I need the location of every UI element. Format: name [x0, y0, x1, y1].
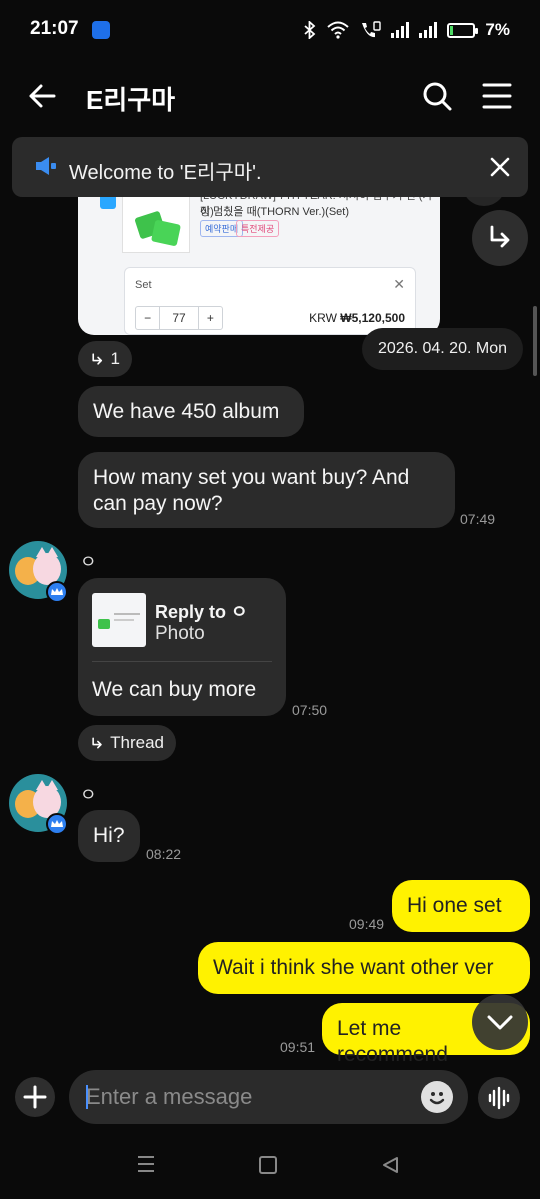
my-message-bubble[interactable]: Wait i think she want other ver [198, 942, 530, 994]
message-text: We can buy more [92, 678, 257, 701]
text-cursor [86, 1085, 88, 1109]
plus-label: + [206, 311, 214, 325]
reply-message-bubble[interactable]: Reply to ㅇ Photo We can buy more [78, 578, 286, 716]
scrollbar[interactable] [533, 306, 537, 376]
signal-2-icon [419, 22, 438, 38]
date-chip: 2026. 04. 20. Mon [362, 328, 523, 370]
home-icon[interactable] [259, 1156, 277, 1174]
option-box: Set ✕ − 77 + KRW ₩5,120,500 [124, 267, 416, 335]
voice-wave-icon [488, 1086, 510, 1110]
message-time: 09:51 [280, 1039, 316, 1055]
voice-button[interactable] [478, 1077, 520, 1119]
message-bubble[interactable]: Hi? [78, 810, 140, 862]
price: KRW ₩5,120,500 [309, 311, 405, 325]
volte-call-icon [362, 21, 382, 38]
divider [92, 661, 272, 662]
message-input-container[interactable] [69, 1070, 468, 1124]
reply-arrow-icon [490, 225, 510, 248]
reply-to-label: Reply to ㅇ [155, 602, 248, 622]
scroll-to-bottom-button[interactable] [472, 994, 528, 1050]
attach-button[interactable] [15, 1077, 55, 1117]
menu-icon[interactable] [482, 82, 512, 110]
emoji-button[interactable] [421, 1081, 453, 1113]
recents-icon[interactable] [136, 1155, 156, 1173]
close-icon: ✕ [393, 276, 405, 292]
option-label: Set [135, 279, 152, 291]
quantity-value: 77 [159, 307, 199, 329]
wifi-icon [327, 21, 350, 39]
crown-badge-icon [46, 813, 68, 835]
sender-name: ㅇ [80, 552, 97, 572]
thread-label: Thread [110, 733, 164, 752]
reply-photo-thumbnail [92, 593, 146, 647]
message-input[interactable] [86, 1070, 416, 1124]
message-time: 07:49 [460, 511, 496, 527]
signal-1-icon [391, 22, 410, 38]
thread-pill[interactable]: Thread [78, 725, 176, 761]
back-arrow-icon[interactable] [26, 80, 58, 112]
product-title-line2: 이 멈췄을 때(THORN Ver.)(Set) [200, 206, 349, 218]
reply-to-type: Photo [155, 623, 205, 644]
my-message-bubble[interactable]: Hi one set [392, 880, 530, 932]
sender-name: ㅇ [80, 785, 97, 805]
battery-icon [447, 22, 479, 38]
nav-back-icon[interactable] [380, 1155, 400, 1175]
thread-count-pill[interactable]: 1 [78, 341, 132, 377]
reply-button[interactable] [472, 210, 528, 266]
thread-arrow-icon [92, 353, 103, 365]
status-time: 21:07 [30, 18, 79, 39]
message-time: 09:49 [349, 916, 385, 932]
battery-percent: 7% [485, 20, 510, 39]
message-bubble[interactable]: We have 450 album [78, 386, 304, 437]
notice-text: Welcome to 'E리구마'. [69, 162, 262, 184]
minus-label: − [144, 311, 152, 325]
emoji-icon [429, 1092, 445, 1105]
price-value: ₩5,120,500 [340, 311, 405, 325]
thread-count: 1 [110, 349, 120, 368]
price-currency: KRW [309, 311, 337, 325]
message-time: 08:22 [146, 846, 182, 862]
notice-banner[interactable]: Welcome to 'E리구마'. [12, 137, 528, 197]
quantity-stepper: − 77 + [135, 306, 223, 330]
plus-icon [23, 1085, 47, 1109]
search-icon[interactable] [421, 80, 453, 112]
crown-badge-icon [46, 581, 68, 603]
benefit-tag: 특전제공 [236, 220, 280, 237]
chat-title: E리구마 [86, 85, 176, 115]
photo-message[interactable]: [LUCKYDRAW] 7TH YEAR: 서서히 멈추기 전 (가장) 이 멈… [78, 185, 440, 335]
thread-arrow-icon [92, 737, 102, 749]
chevron-down-icon [487, 1015, 513, 1030]
bluetooth-icon [304, 21, 316, 39]
app-notification-icon [92, 21, 110, 39]
megaphone-icon [36, 157, 56, 175]
message-bubble[interactable]: How many set you want buy? And can pay n… [78, 452, 455, 528]
message-time: 07:50 [292, 702, 328, 718]
status-icons: 7% [303, 20, 510, 40]
close-icon[interactable] [489, 156, 511, 178]
